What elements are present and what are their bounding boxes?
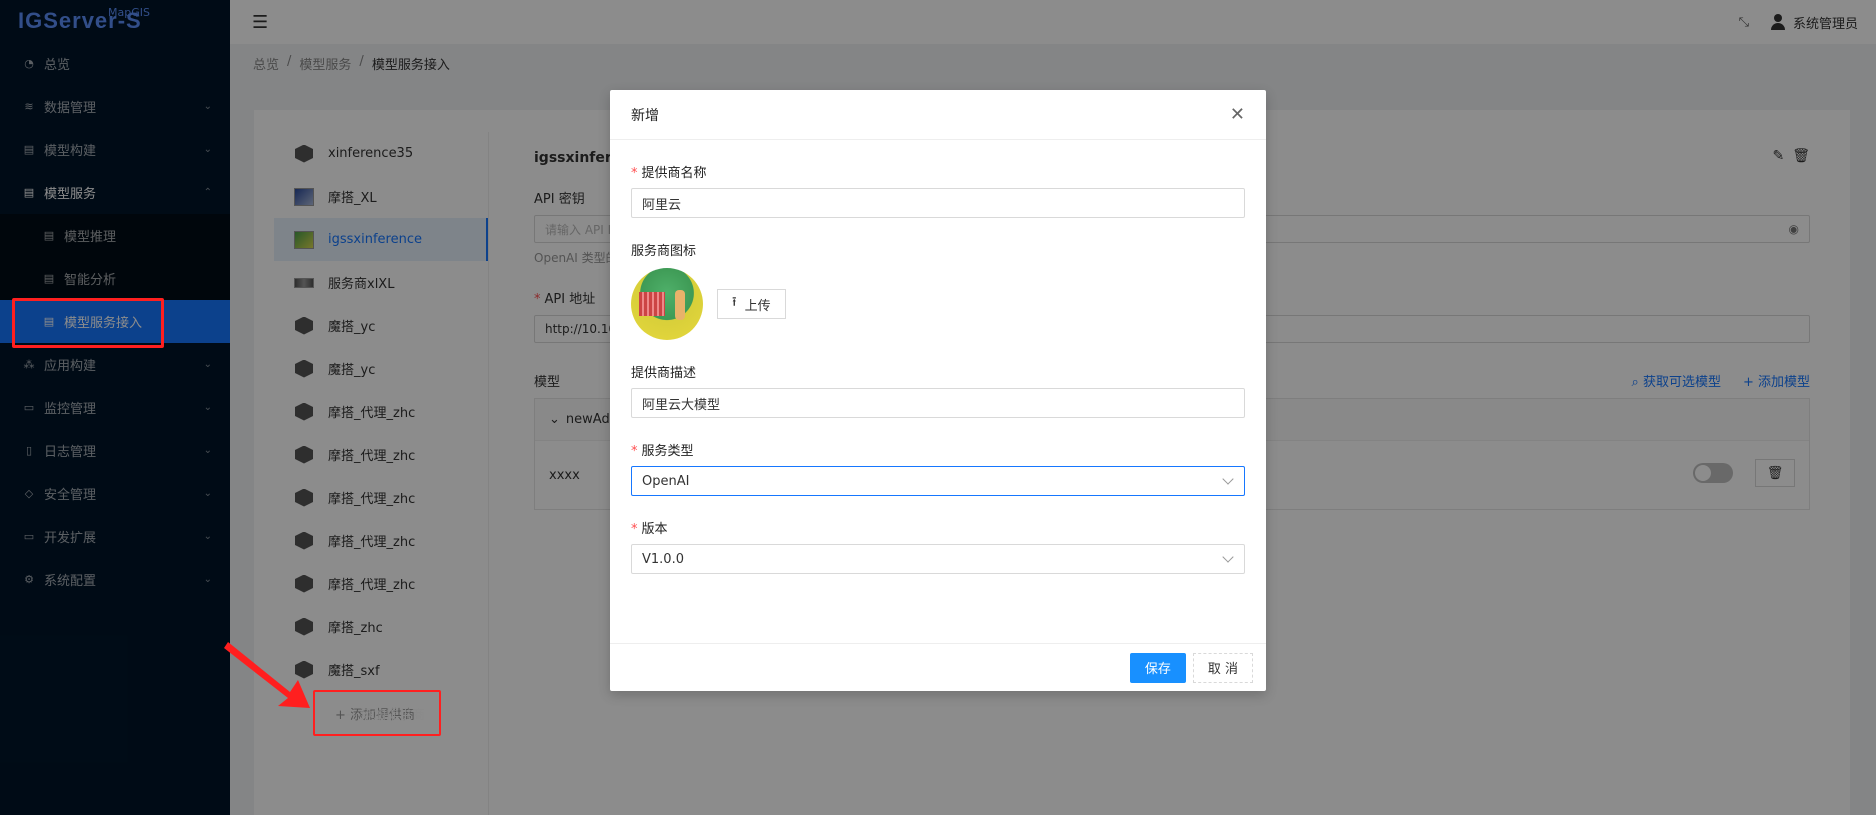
- dialog-body: * 提供商名称 阿里云 服务商图标 ⭱ 上传 提供商描述 阿里云大模型 * 服务类型 …: [610, 162, 1266, 574]
- version-label: * 版本: [631, 522, 668, 537]
- provider-name-value: 阿里云: [642, 197, 682, 213]
- service-type-label: * 服务类型: [631, 444, 694, 459]
- annotation-arrow: [224, 642, 310, 708]
- service-type-value: OpenAI: [642, 473, 690, 489]
- provider-desc-input[interactable]: 阿里云大模型: [631, 388, 1245, 418]
- dialog-header: 新增 ✕: [610, 90, 1266, 140]
- add-provider-hint: + 添加提供商: [345, 708, 426, 723]
- chevron-down-icon: [1222, 551, 1234, 563]
- save-button[interactable]: 保存: [1129, 652, 1186, 683]
- provider-name-label: * 提供商名称: [631, 166, 707, 181]
- provider-icon-label: 服务商图标: [631, 244, 697, 259]
- service-type-select[interactable]: OpenAI: [631, 466, 1245, 496]
- provider-desc-label: 提供商描述: [631, 366, 697, 381]
- version-value: V1.0.0: [642, 551, 684, 567]
- upload-button[interactable]: ⭱ 上传: [717, 289, 786, 319]
- provider-desc-value: 阿里云大模型: [642, 397, 721, 413]
- dialog-footer: 保存 取 消: [610, 643, 1266, 691]
- chevron-down-icon: [1222, 473, 1234, 485]
- icon-upload-row: ⭱ 上传: [631, 268, 1245, 340]
- provider-avatar: [631, 268, 703, 340]
- add-provider-dialog: 新增 ✕ * 提供商名称 阿里云 服务商图标 ⭱ 上传 提供商描述 阿里云大模型 *…: [610, 90, 1266, 691]
- close-icon[interactable]: ✕: [1230, 104, 1245, 125]
- upload-icon: ⭱: [732, 295, 737, 310]
- dialog-title: 新增: [631, 107, 659, 124]
- annotation-highlight-menu: [12, 298, 164, 348]
- provider-name-input[interactable]: 阿里云: [631, 188, 1245, 218]
- cancel-button[interactable]: 取 消: [1192, 652, 1253, 683]
- version-select[interactable]: V1.0.0: [631, 544, 1245, 574]
